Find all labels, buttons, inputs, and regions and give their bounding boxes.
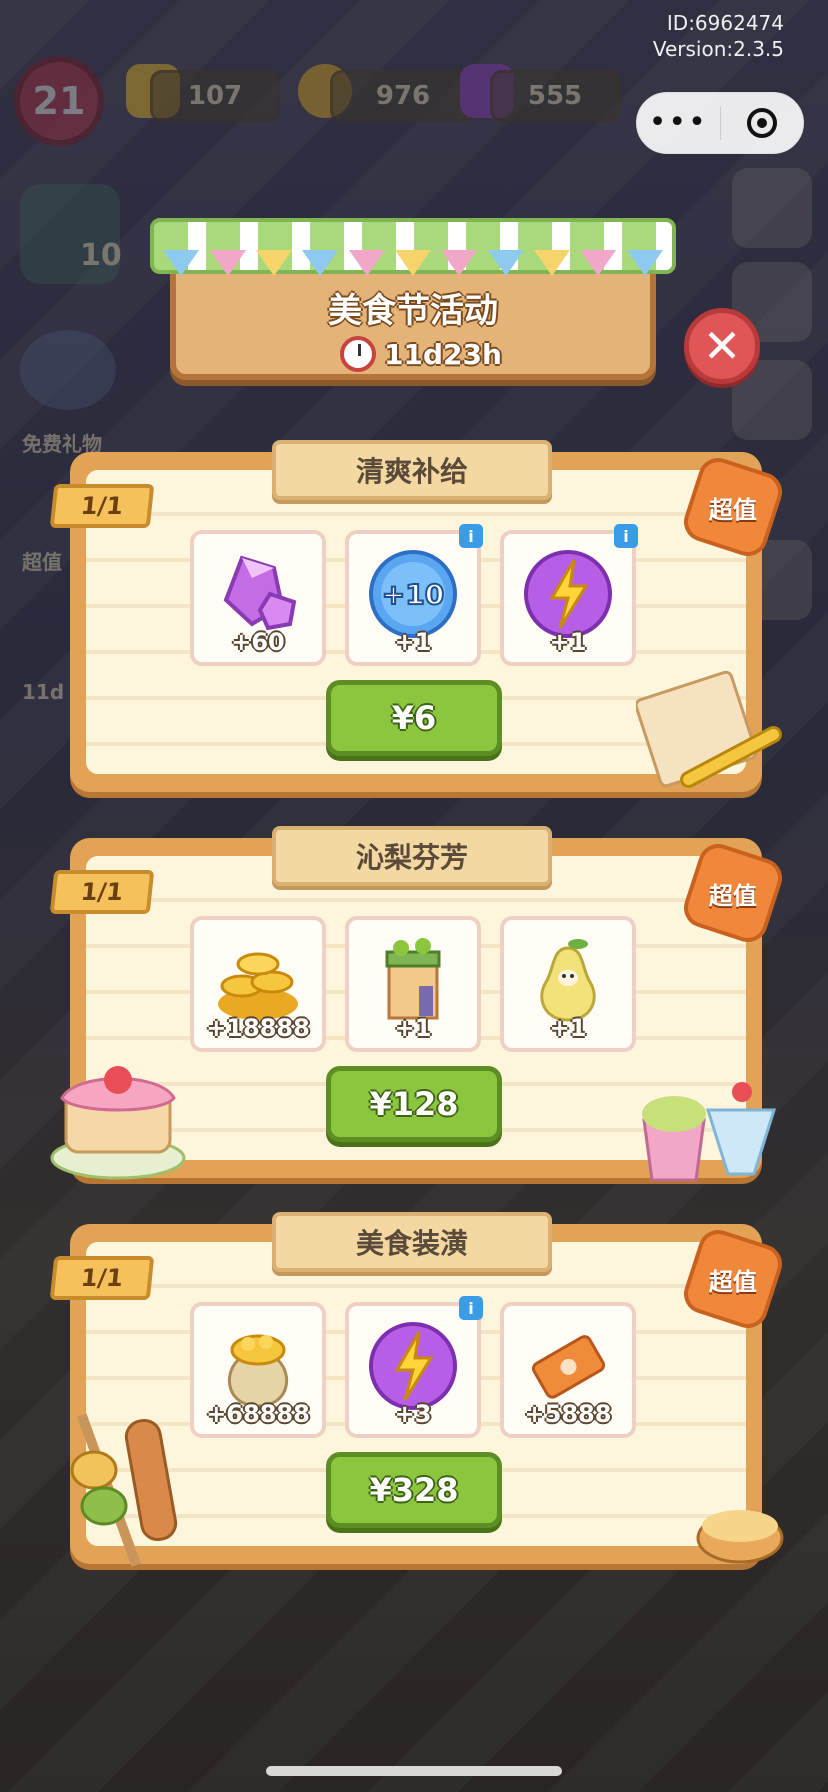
energy-bubble-icon (369, 1322, 457, 1410)
home-indicator[interactable] (266, 1766, 562, 1776)
reward-item[interactable]: +1 i (500, 524, 638, 666)
build-info: ID:6962474 Version:2.3.5 (653, 10, 784, 62)
skewer-decoration (70, 1413, 178, 1567)
close-button[interactable]: ✕ (684, 308, 760, 384)
reward-item[interactable]: +10 +1 i (345, 524, 483, 666)
coin-pile-icon (218, 952, 298, 1020)
coin-sack-icon (227, 1334, 289, 1408)
pack-name: 清爽补给 (272, 440, 552, 500)
clock-icon (340, 336, 376, 372)
value-badge-label: 超值 (709, 495, 757, 524)
pear-mascot-icon (540, 939, 596, 1022)
energy-bubble-icon (524, 550, 612, 638)
ticket-icon (531, 1335, 606, 1399)
player-id: ID:6962474 (666, 11, 784, 35)
item-quantity: +3 (394, 1400, 432, 1428)
reward-item[interactable]: +60 (190, 530, 326, 666)
version-text: Version:2.3.5 (652, 37, 784, 61)
plus-ten-bubble-icon: +10 (369, 550, 457, 638)
buy-button[interactable]: ¥6 (326, 680, 502, 756)
item-quantity: +5888 (524, 1400, 612, 1428)
close-miniprogram-button[interactable] (721, 108, 804, 138)
item-quantity: +68888 (206, 1400, 310, 1428)
cake-decoration (50, 1066, 186, 1180)
svg-text:+10: +10 (382, 578, 444, 611)
event-title: 美食节活动 (328, 291, 498, 331)
item-quantity: +1 (394, 628, 432, 656)
item-quantity: +18888 (206, 1014, 310, 1042)
item-quantity: +1 (394, 1014, 432, 1042)
purchase-limit: 1/1 (49, 870, 155, 914)
reward-item[interactable]: +1 (345, 916, 481, 1052)
info-button[interactable]: i (459, 524, 483, 548)
time-left: 11d23h (384, 337, 502, 371)
buy-button[interactable]: ¥328 (326, 1452, 502, 1528)
info-button[interactable]: i (614, 524, 638, 548)
mini-program-capsule: ••• (636, 92, 804, 154)
info-button[interactable]: i (459, 1296, 483, 1320)
reward-item[interactable]: +1 (500, 916, 636, 1052)
gem-icon (223, 555, 297, 631)
item-quantity: +1 (549, 1014, 587, 1042)
dessert-cups-decoration (642, 1082, 777, 1182)
value-badge-label: 超值 (709, 881, 757, 910)
purchase-limit: 1/1 (49, 1256, 155, 1300)
menu-pencil-decoration (636, 670, 782, 789)
kiosk-icon (385, 938, 441, 1020)
reward-item[interactable]: +68888 (190, 1302, 326, 1438)
pack-name: 沁梨芬芳 (272, 826, 552, 886)
pack-name: 美食装潢 (272, 1212, 552, 1272)
more-menu-button[interactable]: ••• (637, 108, 720, 138)
sandwich-decoration (696, 1510, 784, 1564)
event-timer: 11d23h (340, 334, 502, 374)
reward-item[interactable]: +5888 (500, 1302, 636, 1438)
reward-item[interactable]: +18888 (190, 916, 326, 1052)
target-icon (746, 108, 777, 138)
reward-item[interactable]: +3 i (345, 1296, 483, 1438)
item-quantity: +60 (231, 628, 285, 656)
item-quantity: +1 (549, 628, 587, 656)
buy-button[interactable]: ¥128 (326, 1066, 502, 1142)
bunting-flags (158, 250, 668, 284)
value-badge-label: 超值 (709, 1267, 757, 1296)
purchase-limit: 1/1 (49, 484, 155, 528)
